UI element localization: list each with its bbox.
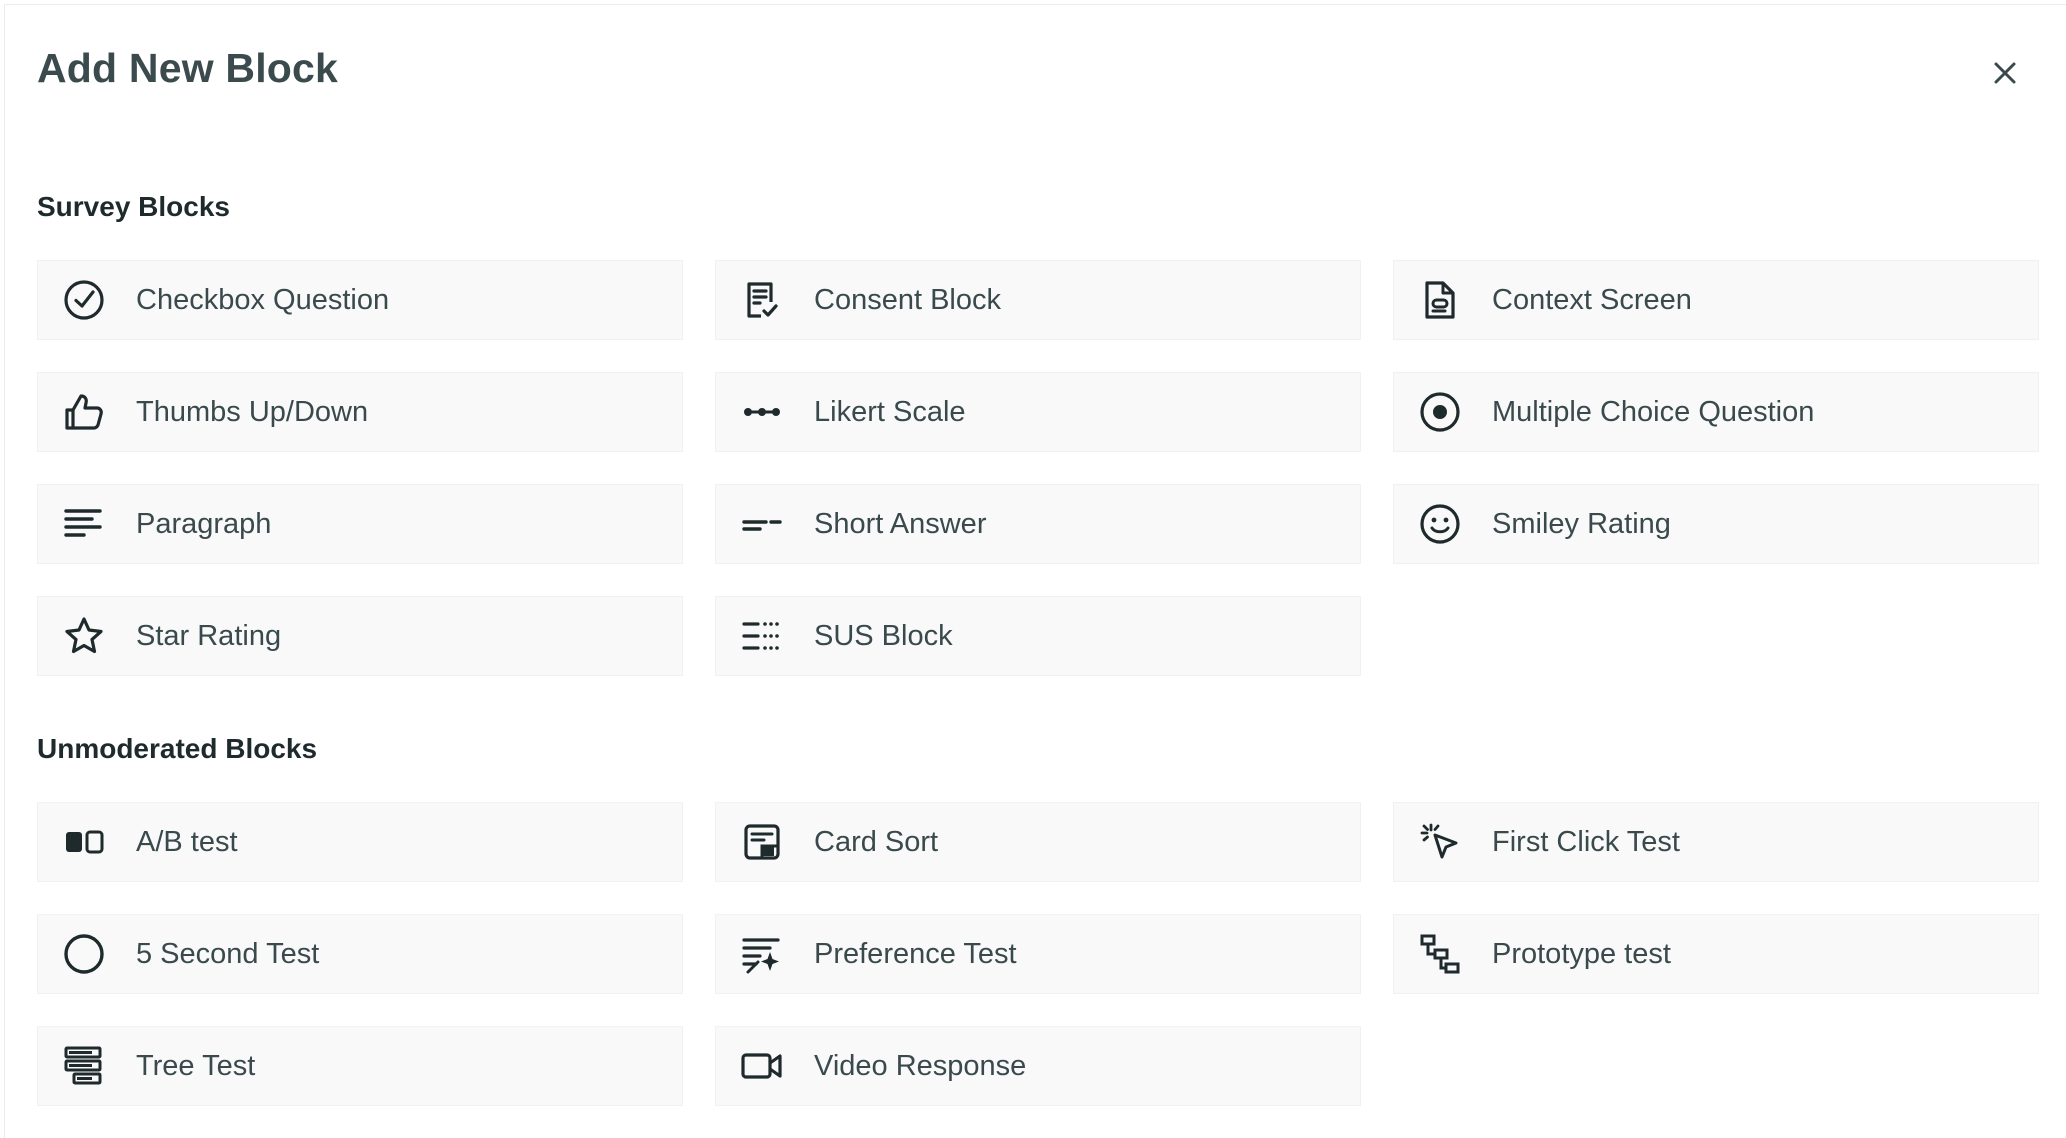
block-tile-label: Thumbs Up/Down — [136, 395, 369, 428]
consent-document-icon — [740, 278, 784, 322]
block-tile-label: Checkbox Question — [136, 283, 390, 316]
document-icon — [1418, 278, 1462, 322]
block-tile-card-sort[interactable]: Card Sort — [715, 802, 1361, 882]
block-tile-context-screen[interactable]: Context Screen — [1393, 260, 2039, 340]
prototype-flow-icon — [1418, 932, 1462, 976]
add-block-modal: Add New Block Survey Blocks Checkbox Que… — [4, 4, 2066, 1138]
block-tile-label: Tree Test — [136, 1049, 256, 1082]
smiley-icon — [1418, 502, 1462, 546]
block-tile-smiley-rating[interactable]: Smiley Rating — [1393, 484, 2039, 564]
block-tile-star-rating[interactable]: Star Rating — [37, 596, 683, 676]
modal-title: Add New Block — [37, 45, 339, 91]
block-tile-first-click-test[interactable]: First Click Test — [1393, 802, 2039, 882]
paragraph-lines-icon — [62, 502, 106, 546]
block-tile-preference-test[interactable]: Preference Test — [715, 914, 1361, 994]
block-tile-label: SUS Block — [814, 619, 953, 652]
block-tile-label: Likert Scale — [814, 395, 966, 428]
circle-icon — [62, 932, 106, 976]
block-tile-likert-scale[interactable]: Likert Scale — [715, 372, 1361, 452]
block-tile-label: Card Sort — [814, 825, 939, 858]
block-tile-label: A/B test — [136, 825, 238, 858]
block-tile-label: Paragraph — [136, 507, 272, 540]
tree-test-icon — [62, 1044, 106, 1088]
block-tile-label: Star Rating — [136, 619, 282, 652]
block-tile-label: Video Response — [814, 1049, 1027, 1082]
block-tile-consent-block[interactable]: Consent Block — [715, 260, 1361, 340]
unmoderated-blocks-grid: A/B test Card Sort First Click Test 5 Secon… — [37, 802, 2039, 1106]
card-sort-icon — [740, 820, 784, 864]
block-tile-a-b-test[interactable]: A/B test — [37, 802, 683, 882]
block-tile-tree-test[interactable]: Tree Test — [37, 1026, 683, 1106]
thumbs-up-icon — [62, 390, 106, 434]
preference-sparkle-icon — [740, 932, 784, 976]
block-tile-sus-block[interactable]: SUS Block — [715, 596, 1361, 676]
block-tile-prototype-test[interactable]: Prototype test — [1393, 914, 2039, 994]
block-tile-paragraph[interactable]: Paragraph — [37, 484, 683, 564]
check-circle-icon — [62, 278, 106, 322]
block-tile-label: Multiple Choice Question — [1492, 395, 1815, 428]
block-tile-label: Short Answer — [814, 507, 987, 540]
star-icon — [62, 614, 106, 658]
block-tile-short-answer[interactable]: Short Answer — [715, 484, 1361, 564]
ab-test-icon — [62, 820, 106, 864]
likert-dots-icon — [740, 390, 784, 434]
block-tile-checkbox-question[interactable]: Checkbox Question — [37, 260, 683, 340]
survey-blocks-grid: Checkbox Question Consent Block Context Sc… — [37, 260, 2039, 676]
click-cursor-icon — [1418, 820, 1462, 864]
section-title-survey-blocks: Survey Blocks — [37, 191, 230, 222]
radio-icon — [1418, 390, 1462, 434]
block-tile-thumbs-up-down[interactable]: Thumbs Up/Down — [37, 372, 683, 452]
video-camera-icon — [740, 1044, 784, 1088]
close-button[interactable] — [1981, 49, 2029, 97]
block-tile-video-response[interactable]: Video Response — [715, 1026, 1361, 1106]
block-tile-label: First Click Test — [1492, 825, 1680, 858]
block-tile-label: Consent Block — [814, 283, 1001, 316]
block-tile-label: 5 Second Test — [136, 937, 320, 970]
block-tile-label: Preference Test — [814, 937, 1017, 970]
block-tile-label: Context Screen — [1492, 283, 1692, 316]
sus-list-icon — [740, 614, 784, 658]
block-tile-label: Prototype test — [1492, 937, 1671, 970]
section-title-unmoderated-blocks: Unmoderated Blocks — [37, 733, 318, 764]
block-tile-multiple-choice-question[interactable]: Multiple Choice Question — [1393, 372, 2039, 452]
close-icon — [1994, 62, 2016, 84]
block-tile-label: Smiley Rating — [1492, 507, 1671, 540]
block-tile-5-second-test[interactable]: 5 Second Test — [37, 914, 683, 994]
short-answer-icon — [740, 502, 784, 546]
